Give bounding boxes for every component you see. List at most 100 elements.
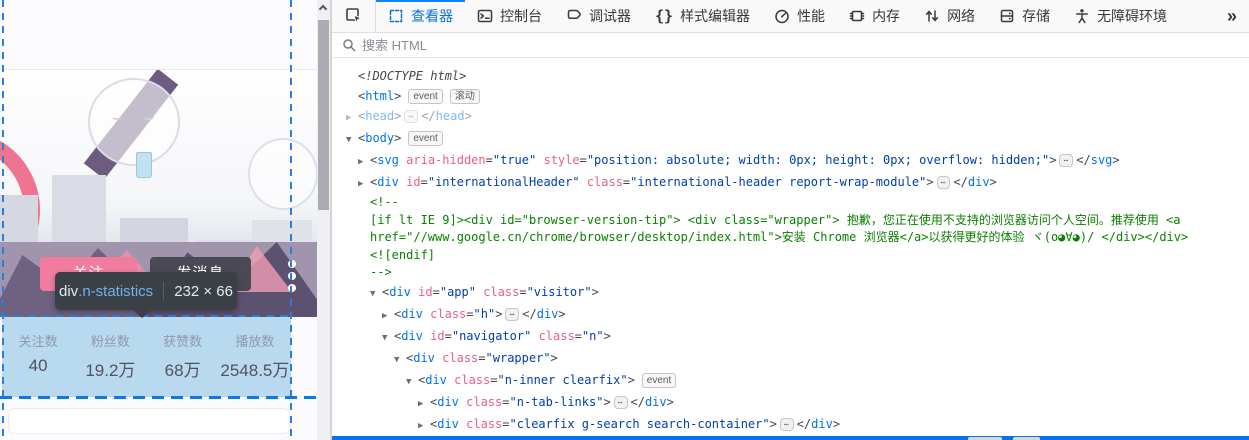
- infobar-caret: [133, 310, 151, 318]
- tab-无障碍环境[interactable]: 无障碍环境: [1062, 0, 1179, 32]
- page-top-whitespace: [0, 0, 317, 70]
- dom-tree-row[interactable]: <!DOCTYPE html>: [332, 66, 1249, 86]
- expand-arrow-icon[interactable]: ▶: [358, 152, 370, 172]
- collapsed-content-icon[interactable]: ⋯: [505, 308, 519, 321]
- stat-item[interactable]: 粉丝数19.2万: [74, 317, 146, 397]
- expand-arrow-icon[interactable]: ▶: [358, 174, 370, 194]
- expand-arrow-icon[interactable]: ▶: [418, 394, 430, 414]
- code-segment-attr: id: [430, 329, 444, 343]
- expand-arrow-icon[interactable]: ▶: [346, 108, 358, 128]
- tab-label: 网络: [947, 6, 975, 26]
- dom-tree-row[interactable]: ▶<div class="clearfix g-search search-co…: [332, 414, 1249, 436]
- tab-内存[interactable]: 内存: [837, 0, 912, 32]
- tab-查看器[interactable]: 查看器: [376, 0, 465, 32]
- code-segment-attr: class: [466, 417, 502, 431]
- more-menu-icon[interactable]: [286, 258, 298, 294]
- stat-label: 获赞数: [147, 331, 219, 350]
- code-segment-p: =: [575, 329, 582, 343]
- dom-tree-row[interactable]: -->: [332, 264, 1249, 282]
- badge-event[interactable]: event: [408, 131, 442, 146]
- badge-滚动[interactable]: 滚动: [450, 89, 480, 104]
- expand-arrow-icon[interactable]: ▼: [394, 350, 406, 370]
- network-icon: [924, 8, 940, 24]
- stat-label: 播放数: [219, 331, 291, 350]
- collapsed-content-icon[interactable]: ⋯: [937, 176, 951, 189]
- code-segment-p: >: [667, 395, 674, 409]
- code-segment-p: >: [394, 89, 401, 103]
- tab-网络[interactable]: 网络: [912, 0, 987, 32]
- code-segment-p: >: [990, 175, 997, 189]
- dom-tree-row[interactable]: href="//www.google.cn/chrome/browser/des…: [332, 229, 1249, 247]
- dom-tree-row[interactable]: ▼<div id="navigator" class="n">: [332, 326, 1249, 348]
- scrollbar-thumb[interactable]: [318, 20, 329, 210]
- inspector-guide-left: [2, 0, 4, 440]
- badge-event[interactable]: event: [642, 373, 676, 388]
- dom-tree-row[interactable]: <!--: [332, 194, 1249, 212]
- code-segment-tag: div: [645, 395, 667, 409]
- code-segment-attr: class: [587, 175, 623, 189]
- code-segment-val: "international-header report-wrap-module…: [630, 175, 926, 189]
- tab-控制台[interactable]: 控制台: [465, 0, 554, 32]
- stat-item[interactable]: 获赞数68万: [147, 317, 219, 397]
- code-segment-p: =: [486, 153, 493, 167]
- dom-tree-row[interactable]: ▼<body>event: [332, 128, 1249, 150]
- stat-item[interactable]: 播放数 2548.5万: [219, 317, 291, 397]
- code-segment-p: >: [465, 109, 472, 123]
- expand-arrow-icon[interactable]: ▼: [406, 372, 418, 392]
- expand-arrow-icon[interactable]: ▼: [346, 130, 358, 150]
- code-segment-p: >: [394, 109, 401, 123]
- dom-tree-row[interactable]: <![endif]: [332, 247, 1249, 265]
- tab-性能[interactable]: 性能: [762, 0, 837, 32]
- search-html-input[interactable]: [362, 38, 1062, 53]
- dom-tree-row[interactable]: ▶<div class="n-tab-links">⋯</div>: [332, 392, 1249, 414]
- code-segment-attr: style: [543, 153, 579, 167]
- code-segment-attr: aria-hidden: [406, 153, 485, 167]
- infobar-class: .n-statistics: [78, 283, 153, 300]
- dom-tree-row[interactable]: [if lt IE 9]><div id="browser-version-ti…: [332, 212, 1249, 230]
- memory-icon: [849, 8, 865, 24]
- code-segment-val: "navigator": [452, 329, 531, 343]
- code-segment-tag: div: [413, 351, 435, 365]
- dom-tree-row[interactable]: ▶<svg aria-hidden="true" style="position…: [332, 150, 1249, 172]
- banner-cat-face: [248, 138, 317, 210]
- dom-tree-row[interactable]: ▶<head>⋯</head>: [332, 106, 1249, 128]
- scrollbar-up-arrow-icon[interactable]: [319, 5, 327, 13]
- dom-tree-row[interactable]: ▶<div class="h">⋯</div>: [332, 304, 1249, 326]
- tab-label: 样式编辑器: [680, 6, 750, 26]
- badge-event[interactable]: event: [408, 89, 442, 104]
- tab-调试器[interactable]: 调试器: [554, 0, 643, 32]
- tab-样式编辑器[interactable]: {}样式编辑器: [643, 0, 762, 32]
- code-segment-val: "visitor": [527, 285, 592, 299]
- code-segment-com: <![endif]: [370, 248, 435, 262]
- expand-arrow-icon[interactable]: ▼: [382, 328, 394, 348]
- code-segment-tag: div: [811, 417, 833, 431]
- performance-icon: [774, 8, 790, 24]
- dom-tree-row[interactable]: <html>event滚动: [332, 86, 1249, 106]
- collapsed-content-icon[interactable]: ⋯: [1059, 154, 1073, 167]
- collapsed-content-icon[interactable]: ⋯: [780, 418, 794, 431]
- page-scrollbar[interactable]: [317, 0, 330, 440]
- stat-value: 2548.5万: [219, 356, 291, 381]
- stat-label: 关注数: [2, 331, 74, 350]
- code-segment-p: =: [466, 307, 473, 321]
- code-segment-com: <!--: [370, 195, 399, 209]
- expand-arrow-icon[interactable]: ▶: [382, 306, 394, 326]
- dom-tree-row[interactable]: ▼<div class="n-inner clearfix">event: [332, 370, 1249, 392]
- dom-tree-row[interactable]: ▼<div class="wrapper">: [332, 348, 1249, 370]
- tab-存储[interactable]: 存储: [987, 0, 1062, 32]
- code-segment-tag: div: [537, 307, 559, 321]
- dom-tree-row[interactable]: ▼<div id="app" class="visitor">: [332, 282, 1249, 304]
- stat-item[interactable]: 关注数40: [2, 317, 74, 397]
- element-picker-button[interactable]: [332, 0, 376, 32]
- collapsed-content-icon[interactable]: ⋯: [404, 110, 418, 123]
- collapsed-content-icon[interactable]: ⋯: [614, 396, 628, 409]
- cat-eye: [144, 114, 154, 120]
- expand-arrow-icon[interactable]: ▼: [370, 284, 382, 304]
- dom-tree-row[interactable]: ▶<div id="internationalHeader" class="in…: [332, 172, 1249, 194]
- expand-arrow-icon[interactable]: ▶: [418, 416, 430, 436]
- code-segment-p: </: [522, 307, 536, 321]
- inspector-infobar: div.n-statistics 232 × 66: [55, 272, 237, 310]
- dom-tree-row-selected[interactable]: ▼<div class="n-statistics">: [332, 436, 1249, 440]
- code-segment-com: -->: [370, 265, 392, 279]
- more-tabs-button[interactable]: »: [1213, 0, 1249, 32]
